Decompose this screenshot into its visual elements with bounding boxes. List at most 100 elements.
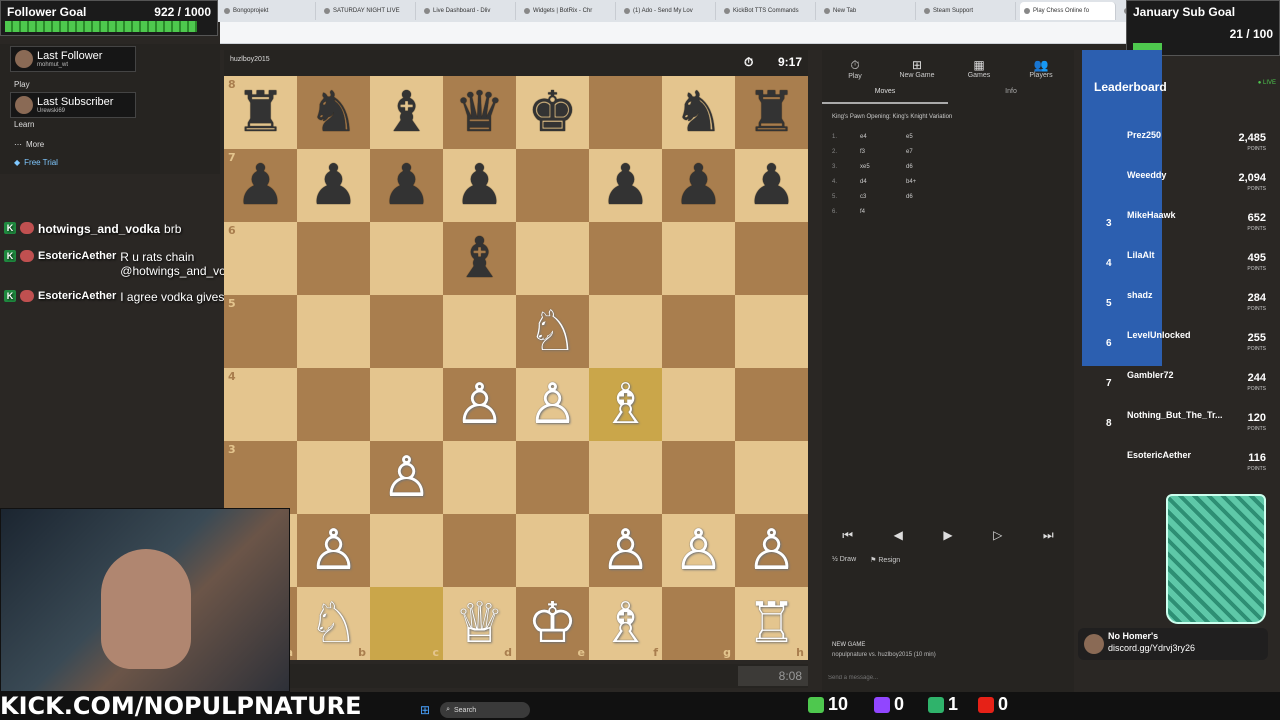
board-square[interactable]: ♞ (662, 76, 735, 149)
board-square[interactable]: 4 (224, 368, 297, 441)
board-square[interactable] (735, 222, 808, 295)
board-square[interactable]: ♝ (443, 222, 516, 295)
board-square[interactable]: ♟ (443, 149, 516, 222)
tab-new-game[interactable]: ⊞ New Game (886, 58, 948, 79)
next-move-button[interactable]: ▷ (993, 528, 1002, 543)
board-square[interactable]: ♟ (589, 149, 662, 222)
board-square[interactable]: ♚ (516, 76, 589, 149)
black-move[interactable]: e7 (906, 149, 913, 155)
board-square[interactable]: ♙ (735, 514, 808, 587)
white-king-icon[interactable]: ♔ (527, 595, 577, 652)
board-square[interactable]: ♞ (297, 76, 370, 149)
tab-games[interactable]: ▦ Games (948, 58, 1010, 79)
draw-button[interactable]: ½ Draw (832, 556, 856, 564)
board-square[interactable]: g (662, 587, 735, 660)
browser-tab[interactable]: Steam Support (920, 2, 1016, 20)
board-square[interactable] (443, 514, 516, 587)
board-square[interactable] (662, 295, 735, 368)
browser-tab[interactable]: (1) Ado - Send My Lov (620, 2, 716, 20)
board-square[interactable] (443, 441, 516, 514)
white-pawn-icon[interactable]: ♙ (381, 449, 431, 506)
white-pawn-icon[interactable]: ♙ (454, 376, 504, 433)
white-knight-icon[interactable]: ♘ (527, 303, 577, 360)
board-square[interactable]: e ♔ (516, 587, 589, 660)
black-move[interactable]: e5 (906, 134, 913, 140)
board-square[interactable] (735, 368, 808, 441)
black-bishop-icon[interactable]: ♝ (381, 84, 431, 141)
board-square[interactable]: h ♖ (735, 587, 808, 660)
black-rook-icon[interactable]: ♜ (235, 84, 285, 141)
board-square[interactable]: 6 (224, 222, 297, 295)
nav-free-trial[interactable]: ◆ Free Trial (14, 158, 58, 167)
browser-tab[interactable]: SATURDAY NIGHT LIVE (320, 2, 416, 20)
board-square[interactable]: f ♗ (589, 587, 662, 660)
board-square[interactable]: ♜ (735, 76, 808, 149)
board-square[interactable]: ♙ (662, 514, 735, 587)
browser-tab[interactable]: Play Chess Online fo (1020, 2, 1116, 20)
play-button[interactable]: ▶ (943, 528, 952, 543)
board-square[interactable] (516, 222, 589, 295)
chess-board[interactable]: 8♜♞♝♛♚♞♜7♟♟♟♟♟♟♟6♝5♘4♙♙♗3♙2♙♙♙♙1ab♘cd♕e♔… (224, 76, 808, 660)
prev-move-button[interactable]: ◀ (894, 528, 903, 543)
board-square[interactable] (297, 368, 370, 441)
board-square[interactable] (589, 441, 662, 514)
board-square[interactable] (443, 295, 516, 368)
black-king-icon[interactable]: ♚ (527, 84, 577, 141)
white-rook-icon[interactable]: ♖ (746, 595, 796, 652)
board-square[interactable]: ♙ (443, 368, 516, 441)
white-move[interactable]: xe5 (860, 164, 906, 170)
white-move[interactable]: c3 (860, 194, 906, 200)
white-knight-icon[interactable]: ♘ (308, 595, 358, 652)
board-square[interactable]: d ♕ (443, 587, 516, 660)
black-move[interactable]: b4+ (906, 179, 916, 185)
black-pawn-icon[interactable]: ♟ (600, 157, 650, 214)
white-pawn-icon[interactable]: ♙ (527, 376, 577, 433)
board-square[interactable] (735, 441, 808, 514)
top-player-name[interactable]: huzlboy2015 (230, 56, 270, 63)
board-square[interactable] (516, 149, 589, 222)
board-square[interactable] (589, 76, 662, 149)
white-move[interactable]: f3 (860, 149, 906, 155)
browser-tab[interactable]: Bongoprojekt (220, 2, 316, 20)
white-move[interactable]: e4 (860, 134, 906, 140)
board-square[interactable] (370, 295, 443, 368)
black-rook-icon[interactable]: ♜ (746, 84, 796, 141)
tab-info[interactable]: Info (948, 88, 1074, 104)
black-pawn-icon[interactable]: ♟ (235, 157, 285, 214)
windows-icon[interactable]: ⊞ (420, 703, 430, 717)
address-bar[interactable] (220, 22, 1280, 44)
board-square[interactable]: ♛ (443, 76, 516, 149)
board-square[interactable] (370, 368, 443, 441)
white-move[interactable]: f4 (860, 209, 906, 215)
board-square[interactable] (297, 222, 370, 295)
black-bishop-icon[interactable]: ♝ (454, 230, 504, 287)
black-move[interactable]: d6 (906, 194, 913, 200)
black-pawn-icon[interactable]: ♟ (308, 157, 358, 214)
board-square[interactable]: ♟ (735, 149, 808, 222)
board-square[interactable] (589, 222, 662, 295)
board-square[interactable]: c (370, 587, 443, 660)
tab-play[interactable]: ⏱ Play (824, 58, 886, 80)
white-pawn-icon[interactable]: ♙ (673, 522, 723, 579)
board-square[interactable] (735, 295, 808, 368)
board-square[interactable] (662, 222, 735, 295)
black-pawn-icon[interactable]: ♟ (381, 157, 431, 214)
browser-tab[interactable]: Widgets | BotRix - Chr (520, 2, 616, 20)
taskbar-search[interactable]: ⌕ Search (440, 702, 531, 718)
board-square[interactable] (662, 441, 735, 514)
board-square[interactable] (516, 441, 589, 514)
board-square[interactable]: ♝ (370, 76, 443, 149)
white-pawn-icon[interactable]: ♙ (308, 522, 358, 579)
board-square[interactable]: ♟ (370, 149, 443, 222)
nav-play[interactable]: Play (14, 80, 30, 89)
board-square[interactable]: ♙ (297, 514, 370, 587)
board-square[interactable]: ♟ (662, 149, 735, 222)
browser-tab[interactable]: Live Dashboard - Dliv (420, 2, 516, 20)
white-bishop-icon[interactable]: ♗ (600, 595, 650, 652)
board-square[interactable] (516, 514, 589, 587)
first-move-button[interactable]: ⏮ (842, 528, 853, 543)
black-pawn-icon[interactable]: ♟ (454, 157, 504, 214)
board-square[interactable] (297, 441, 370, 514)
white-move[interactable]: d4 (860, 179, 906, 185)
white-pawn-icon[interactable]: ♙ (746, 522, 796, 579)
